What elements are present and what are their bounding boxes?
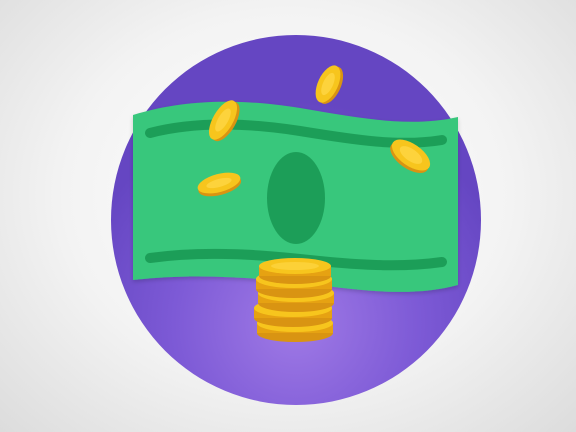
money-illustration <box>0 0 576 432</box>
coin-stack <box>254 258 334 342</box>
money-illustration-svg <box>111 35 481 405</box>
stack-coin-5 <box>259 258 331 284</box>
banknote-center-oval <box>267 152 325 244</box>
